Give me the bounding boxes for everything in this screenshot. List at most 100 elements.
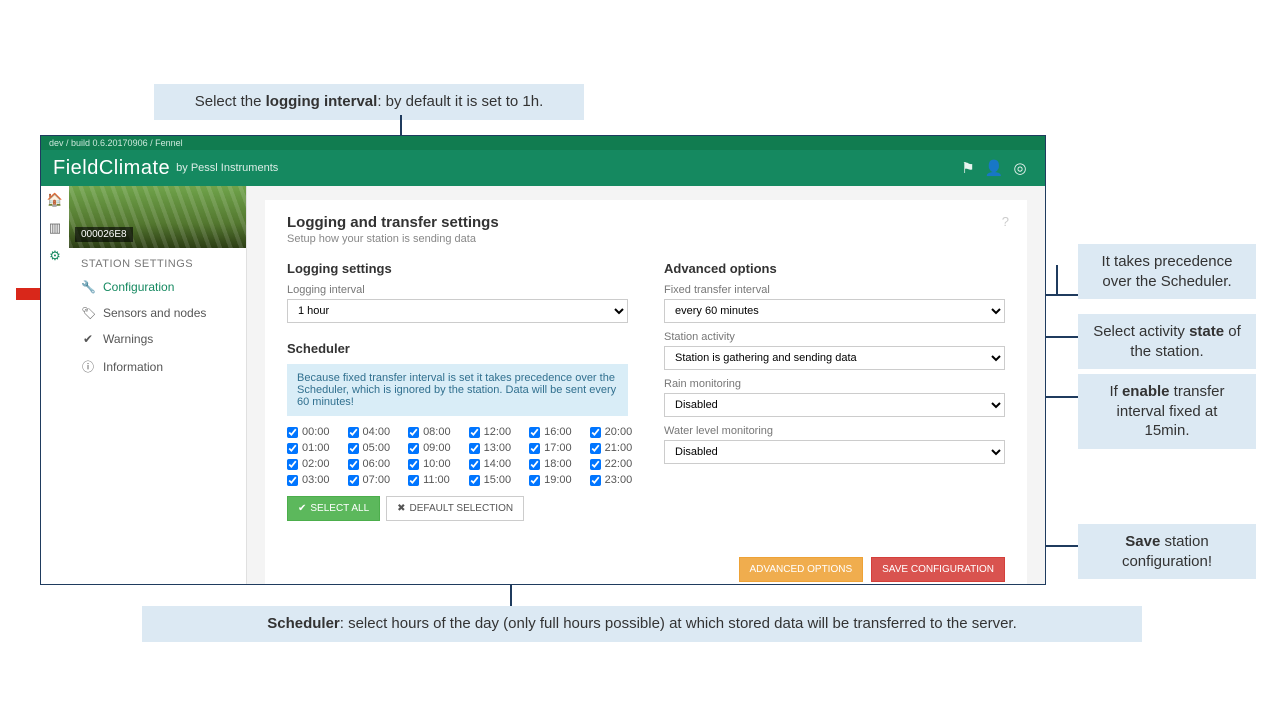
hour-checkbox[interactable] xyxy=(469,459,480,470)
hour-0500[interactable]: 05:00 xyxy=(348,442,391,454)
hour-0100[interactable]: 01:00 xyxy=(287,442,330,454)
hour-0300[interactable]: 03:00 xyxy=(287,474,330,486)
flag-icon[interactable]: ⚑ xyxy=(955,159,981,177)
default-selection-button[interactable]: ✖ DEFAULT SELECTION xyxy=(386,496,524,521)
hour-2200[interactable]: 22:00 xyxy=(590,458,633,470)
sidebar-item-label: Sensors and nodes xyxy=(103,306,206,320)
hour-checkbox[interactable] xyxy=(408,475,419,486)
water-select[interactable]: Disabled xyxy=(664,440,1005,464)
hour-2300[interactable]: 23:00 xyxy=(590,474,633,486)
hour-1300[interactable]: 13:00 xyxy=(469,442,512,454)
hour-checkbox[interactable] xyxy=(529,443,540,454)
brand-sub: by Pessl Instruments xyxy=(176,162,278,174)
sidebar-item-icon: 🔧 xyxy=(81,280,95,294)
scheduler-section-title: Scheduler xyxy=(287,341,628,356)
callout-logging-post: : by default it is set to 1h. xyxy=(377,93,543,110)
sidebar-item-sensors-and-nodes[interactable]: 🏷Sensors and nodes xyxy=(69,300,246,326)
hour-1600[interactable]: 16:00 xyxy=(529,426,572,438)
callout-logging: Select the logging interval: by default … xyxy=(154,84,584,120)
sidebar-item-label: Information xyxy=(103,360,163,374)
icon-rail: 🏠 ▥ ⚙ xyxy=(41,186,69,584)
hour-0700[interactable]: 07:00 xyxy=(348,474,391,486)
hour-checkbox[interactable] xyxy=(348,443,359,454)
leader-line-fixed-v xyxy=(1056,265,1058,295)
hour-0200[interactable]: 02:00 xyxy=(287,458,330,470)
hour-0000[interactable]: 00:00 xyxy=(287,426,330,438)
hour-checkbox[interactable] xyxy=(348,475,359,486)
hour-checkbox[interactable] xyxy=(287,475,298,486)
hour-0600[interactable]: 06:00 xyxy=(348,458,391,470)
save-configuration-button[interactable]: SAVE CONFIGURATION xyxy=(871,557,1005,582)
hour-1900[interactable]: 19:00 xyxy=(529,474,572,486)
callout-logging-bold: logging interval xyxy=(266,93,378,110)
brand-main: FieldClimate xyxy=(53,157,170,180)
advanced-options-button[interactable]: ADVANCED OPTIONS xyxy=(739,557,864,582)
hour-1200[interactable]: 12:00 xyxy=(469,426,512,438)
sidebar-item-icon: ✔ xyxy=(81,332,95,346)
hour-checkbox[interactable] xyxy=(408,459,419,470)
page-title: Logging and transfer settings xyxy=(287,214,1005,231)
logging-interval-select[interactable]: 1 hour xyxy=(287,299,628,323)
select-all-button[interactable]: ✔ SELECT ALL xyxy=(287,496,380,521)
hour-checkbox[interactable] xyxy=(469,475,480,486)
hour-checkbox[interactable] xyxy=(287,443,298,454)
hour-2100[interactable]: 21:00 xyxy=(590,442,633,454)
user-icon[interactable]: 👤 xyxy=(981,159,1007,177)
hour-checkbox[interactable] xyxy=(469,427,480,438)
hour-checkbox[interactable] xyxy=(529,427,540,438)
sidebar-item-configuration[interactable]: 🔧Configuration xyxy=(69,274,246,300)
chart-icon[interactable]: ▥ xyxy=(49,220,61,236)
hour-1400[interactable]: 14:00 xyxy=(469,458,512,470)
logging-interval-label: Logging interval xyxy=(287,284,628,296)
hour-checkbox[interactable] xyxy=(529,475,540,486)
logging-section-title: Logging settings xyxy=(287,261,628,276)
hour-checkbox[interactable] xyxy=(590,427,601,438)
hour-checkbox[interactable] xyxy=(348,427,359,438)
topbar: FieldClimate by Pessl Instruments ⚑ 👤 ◎ xyxy=(41,150,1045,186)
rain-select[interactable]: Disabled xyxy=(664,393,1005,417)
fixed-interval-label: Fixed transfer interval xyxy=(664,284,1005,296)
hour-1000[interactable]: 10:00 xyxy=(408,458,451,470)
hour-checkbox[interactable] xyxy=(408,443,419,454)
hour-checkbox[interactable] xyxy=(529,459,540,470)
station-image[interactable]: 000026E8 xyxy=(69,186,246,248)
activity-select[interactable]: Station is gathering and sending data xyxy=(664,346,1005,370)
callout-save: Save station configuration! xyxy=(1078,524,1256,579)
sidebar-item-information[interactable]: ⓘ Information xyxy=(69,352,246,381)
hour-checkbox[interactable] xyxy=(469,443,480,454)
sidebar-title: STATION SETTINGS xyxy=(69,248,246,274)
hour-checkbox[interactable] xyxy=(590,475,601,486)
hour-checkbox[interactable] xyxy=(287,427,298,438)
station-id: 000026E8 xyxy=(75,227,133,242)
content: ? Logging and transfer settings Setup ho… xyxy=(247,186,1045,584)
build-line: dev / build 0.6.20170906 / Fennel xyxy=(41,136,1045,150)
home-icon[interactable]: 🏠 xyxy=(47,192,63,208)
callout-rain: If enable transfer interval fixed at 15m… xyxy=(1078,374,1256,449)
fixed-interval-select[interactable]: every 60 minutes xyxy=(664,299,1005,323)
settings-card: ? Logging and transfer settings Setup ho… xyxy=(265,200,1027,584)
hour-checkbox[interactable] xyxy=(287,459,298,470)
hour-1800[interactable]: 18:00 xyxy=(529,458,572,470)
scheduler-info: Because fixed transfer interval is set i… xyxy=(287,364,628,416)
callout-activity: Select activity state of the station. xyxy=(1078,314,1256,369)
hour-1500[interactable]: 15:00 xyxy=(469,474,512,486)
hour-0800[interactable]: 08:00 xyxy=(408,426,451,438)
activity-label: Station activity xyxy=(664,331,1005,343)
hour-1100[interactable]: 11:00 xyxy=(408,474,451,486)
hour-checkbox[interactable] xyxy=(590,459,601,470)
sidebar-item-icon: ⓘ xyxy=(81,358,95,375)
callout-fixed: It takes precedence over the Scheduler. xyxy=(1078,244,1256,299)
sidebar-item-warnings[interactable]: ✔Warnings xyxy=(69,326,246,352)
gear-icon[interactable]: ⚙ xyxy=(49,248,61,264)
callout-fixed-text: It takes precedence over the Scheduler. xyxy=(1102,253,1233,290)
hour-0400[interactable]: 04:00 xyxy=(348,426,391,438)
hour-2000[interactable]: 20:00 xyxy=(590,426,633,438)
hour-checkbox[interactable] xyxy=(408,427,419,438)
broadcast-icon[interactable]: ◎ xyxy=(1007,159,1033,177)
hour-checkbox[interactable] xyxy=(348,459,359,470)
hour-0900[interactable]: 09:00 xyxy=(408,442,451,454)
app-window: dev / build 0.6.20170906 / Fennel FieldC… xyxy=(40,135,1046,585)
hour-1700[interactable]: 17:00 xyxy=(529,442,572,454)
hour-checkbox[interactable] xyxy=(590,443,601,454)
help-icon[interactable]: ? xyxy=(1002,214,1009,229)
